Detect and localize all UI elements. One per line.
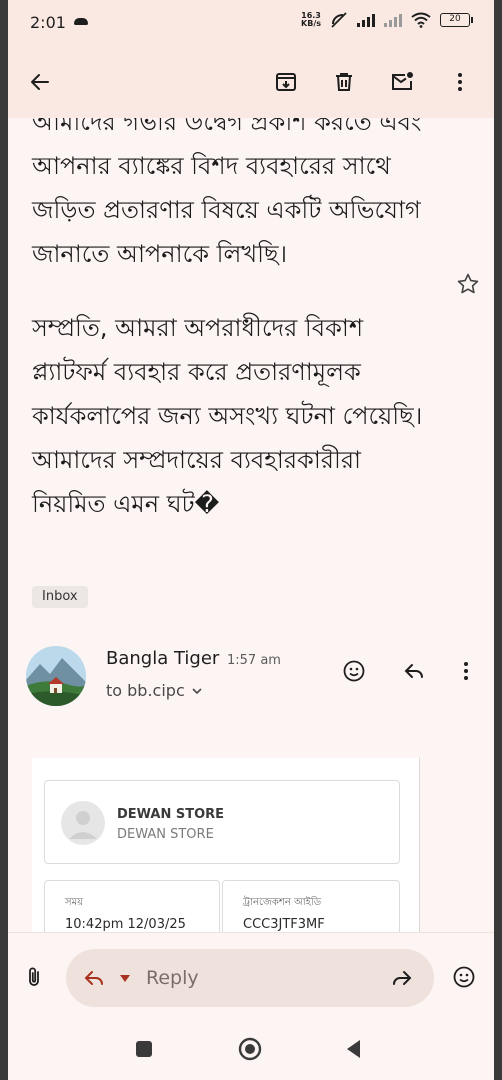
paperclip-icon — [29, 967, 39, 986]
circle-home-icon — [238, 1037, 262, 1061]
merchant-box: DEWAN STORE DEWAN STORE — [44, 780, 400, 864]
emoji-reaction-button[interactable] — [444, 957, 484, 997]
system-nav-bar — [8, 1020, 494, 1080]
message-more-button[interactable] — [446, 651, 486, 691]
battery-icon: 20 — [440, 13, 473, 27]
arrow-back-icon — [31, 74, 49, 90]
time-value: 10:42pm 12/03/25 — [65, 917, 186, 932]
add-reaction-button[interactable] — [334, 651, 374, 691]
recipient-text: to bb.cipc — [106, 681, 185, 700]
forward-button[interactable] — [382, 958, 422, 998]
more-vert-icon — [464, 662, 468, 680]
message-paragraph-1: আমাদের গভীর উদ্বেগ প্রকাশ করতে এবং আপনার… — [32, 108, 422, 268]
more-options-button-overlay[interactable] — [440, 62, 480, 102]
reply-icon — [84, 971, 103, 985]
merchant-avatar — [61, 801, 105, 845]
network-speed-unit: KB/s — [301, 19, 321, 28]
back-nav-button[interactable] — [334, 1029, 374, 1069]
chevron-down-icon — [192, 687, 202, 694]
inbox-label-chip[interactable]: Inbox — [32, 586, 88, 608]
transaction-receipt: DEWAN STORE DEWAN STORE সময় 10:42pm 12/… — [32, 758, 420, 958]
delete-button-overlay[interactable] — [324, 62, 364, 102]
star-outline-icon — [457, 273, 479, 294]
more-vert-icon — [458, 73, 462, 91]
mark-unread-button-overlay[interactable] — [382, 62, 422, 102]
triangle-back-icon — [347, 1040, 360, 1058]
reply-placeholder: Reply — [146, 967, 199, 989]
emoji-icon — [343, 660, 365, 682]
landscape-avatar-image — [26, 646, 86, 706]
emoji-icon — [453, 966, 475, 988]
sent-time: 1:57 am — [227, 653, 281, 668]
message-paragraph-2: সম্প্রতি, আমরা অপরাধীদের বিকাশ প্ল্যাটফর… — [32, 314, 423, 518]
toolbar-overlay — [8, 48, 494, 118]
transaction-id-label: ট্রানজেকশন আইডি — [243, 897, 322, 908]
email-screen: 2:01 16.3 KB/s 20 আমাদের গভীর উদ্বেগ প্র… — [8, 0, 494, 1080]
star-button[interactable] — [448, 264, 488, 304]
wifi-icon — [411, 12, 431, 28]
mail-unread-icon — [392, 72, 413, 90]
back-button-overlay[interactable] — [20, 62, 60, 102]
dropdown-caret-icon[interactable] — [120, 975, 130, 982]
no-call-icon — [331, 12, 347, 28]
sender-name[interactable]: Bangla Tiger — [106, 648, 219, 669]
reply-mode-button[interactable] — [74, 958, 114, 998]
attach-button[interactable] — [14, 957, 54, 997]
status-time: 2:01 — [30, 13, 66, 32]
square-icon — [136, 1041, 152, 1057]
signal-2-icon — [384, 13, 402, 27]
archive-icon — [276, 73, 296, 91]
reply-button[interactable] — [394, 651, 434, 691]
archive-button-overlay[interactable] — [266, 62, 306, 102]
status-bar: 2:01 16.3 KB/s 20 — [8, 0, 494, 48]
recents-button[interactable] — [124, 1029, 164, 1069]
cloud-icon — [74, 18, 88, 25]
reply-bar: Reply — [8, 932, 494, 1020]
network-speed: 16.3 KB/s — [301, 12, 321, 28]
trash-icon — [336, 73, 352, 91]
merchant-subtitle: DEWAN STORE — [117, 827, 214, 842]
reply-icon — [404, 664, 423, 678]
recipient-details-toggle[interactable]: to bb.cipc — [106, 681, 203, 700]
transaction-id-value: CCC3JTF3MF — [243, 917, 325, 932]
reply-field[interactable]: Reply — [66, 949, 434, 1007]
person-icon — [69, 811, 97, 839]
home-button[interactable] — [230, 1029, 270, 1069]
time-label: সময় — [65, 897, 84, 908]
forward-icon — [393, 971, 412, 985]
signal-1-icon — [357, 13, 375, 27]
merchant-name: DEWAN STORE — [117, 807, 225, 822]
message-body: আমাদের গভীর উদ্বেগ প্রকাশ করতে এবং আপনার… — [32, 100, 432, 556]
sender-avatar[interactable] — [26, 646, 86, 706]
